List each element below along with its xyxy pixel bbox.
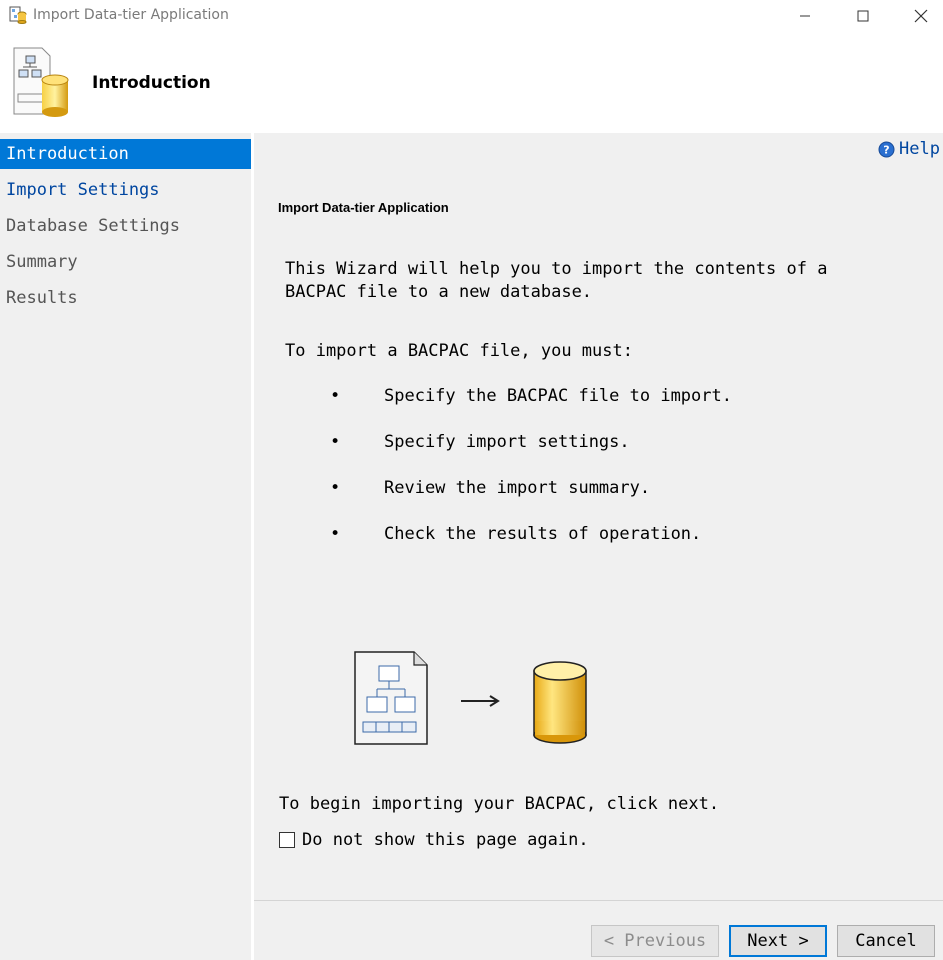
cancel-button[interactable]: Cancel: [837, 925, 935, 957]
previous-button[interactable]: < Previous: [591, 925, 719, 957]
maximize-icon: [857, 10, 869, 22]
minimize-button[interactable]: [776, 0, 834, 32]
requirements-heading: To import a BACPAC file, you must:: [285, 341, 633, 361]
footer-divider: [254, 900, 943, 901]
maximize-button[interactable]: [834, 0, 892, 32]
help-icon: ?: [878, 141, 895, 157]
step-2: Specify import settings.: [384, 432, 630, 452]
import-illustration: [354, 651, 594, 755]
window-title: Import Data-tier Application: [33, 7, 229, 23]
bullet-2: •: [330, 432, 341, 452]
wizard-header: Introduction: [0, 32, 943, 132]
intro-line-1: This Wizard will help you to import the …: [285, 259, 828, 279]
database-cylinder-icon: [533, 661, 587, 744]
sidebar-item-summary: Summary: [6, 252, 78, 272]
next-button[interactable]: Next >: [729, 925, 827, 957]
app-icon: [9, 6, 27, 28]
dont-show-checkbox[interactable]: [279, 832, 295, 848]
minimize-icon: [800, 15, 810, 17]
close-button[interactable]: [892, 0, 943, 32]
bullet-4: •: [330, 524, 341, 544]
begin-instructions: To begin importing your BACPAC, click ne…: [279, 794, 720, 814]
bacpac-file-icon: [354, 651, 428, 745]
sidebar-item-import-settings[interactable]: Import Settings: [0, 175, 251, 205]
page-title: Introduction: [92, 73, 211, 93]
step-3: Review the import summary.: [384, 478, 651, 498]
intro-line-2: BACPAC file to a new database.: [285, 282, 593, 302]
help-label[interactable]: Help: [899, 139, 940, 159]
bacpac-database-icon: [12, 46, 74, 124]
help-link[interactable]: ? Help: [878, 139, 940, 159]
bullet-3: •: [330, 478, 341, 498]
main-content: ? Help Import Data-tier Application This…: [254, 133, 943, 960]
close-icon: [914, 9, 928, 23]
section-title: Import Data-tier Application: [278, 200, 449, 215]
sidebar-item-introduction[interactable]: Introduction: [0, 139, 251, 169]
sidebar-item-database-settings: Database Settings: [6, 216, 180, 236]
step-4: Check the results of operation.: [384, 524, 702, 544]
bullet-1: •: [330, 386, 341, 406]
title-bar: Import Data-tier Application: [0, 0, 943, 32]
step-1: Specify the BACPAC file to import.: [384, 386, 732, 406]
dont-show-label[interactable]: Do not show this page again.: [302, 830, 589, 850]
sidebar-item-results: Results: [6, 288, 78, 308]
arrow-right-icon: [461, 695, 500, 707]
dont-show-row[interactable]: Do not show this page again.: [279, 830, 589, 850]
wizard-steps-sidebar: Introduction Import Settings Database Se…: [0, 133, 251, 960]
svg-text:?: ?: [883, 143, 889, 156]
